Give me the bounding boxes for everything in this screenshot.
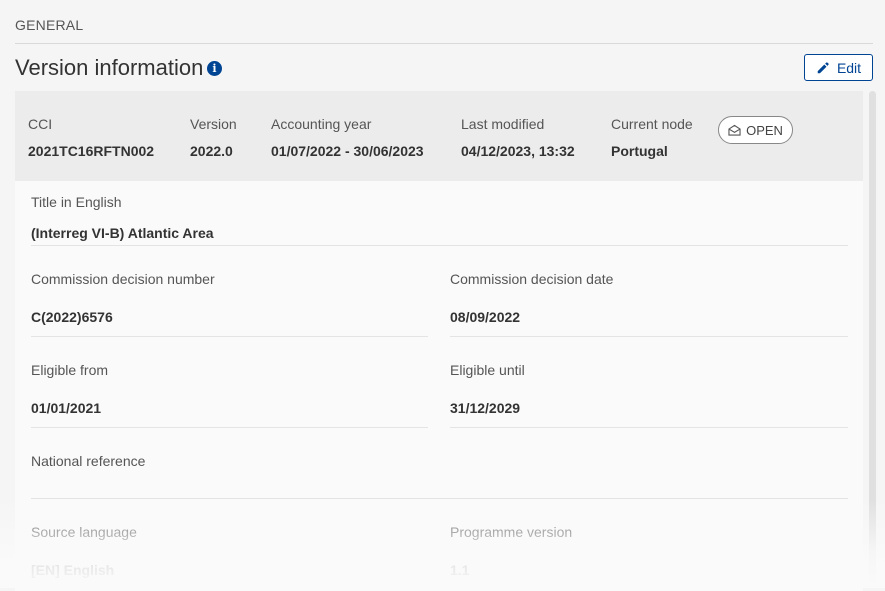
field-commission-decision-date: Commission decision date 08/09/2022	[450, 270, 613, 326]
field-value: C(2022)6576	[31, 309, 113, 325]
field-value: (Interreg VI-B) Atlantic Area	[31, 225, 214, 241]
info-icon[interactable]: i	[207, 61, 222, 76]
summary-last-modified-value: 04/12/2023, 13:32	[461, 143, 575, 159]
scrollbar[interactable]	[869, 91, 876, 588]
field-label: Source language	[31, 524, 137, 540]
summary-accounting-year: Accounting year 01/07/2022 - 30/06/2023	[271, 115, 424, 160]
summary-current-node-value: Portugal	[611, 143, 668, 159]
status-badge-label: OPEN	[746, 122, 783, 138]
field-value: 01/01/2021	[31, 400, 102, 416]
section-divider	[15, 43, 873, 44]
field-national-reference: National reference	[31, 452, 145, 490]
field-divider	[31, 245, 848, 246]
summary-last-modified: Last modified 04/12/2023, 13:32	[461, 115, 575, 160]
field-divider	[31, 498, 848, 499]
version-card: CCI 2021TC16RFTN002 Version 2022.0 Accou…	[15, 91, 863, 591]
section-label: GENERAL	[15, 17, 84, 33]
page-title: Version information	[15, 55, 204, 80]
field-divider	[31, 336, 428, 337]
field-source-language: Source language [EN] English	[31, 523, 137, 579]
status-badge: OPEN	[718, 116, 793, 144]
field-title-english: Title in English (Interreg VI-B) Atlanti…	[31, 193, 214, 242]
field-eligible-until: Eligible until 31/12/2029	[450, 361, 525, 417]
field-divider	[450, 336, 848, 337]
field-label: Commission decision date	[450, 271, 614, 287]
field-value: 31/12/2029	[450, 400, 521, 416]
field-label: National reference	[31, 453, 146, 469]
field-label: Commission decision number	[31, 271, 215, 287]
summary-version-label: Version	[190, 116, 237, 132]
field-divider	[31, 427, 428, 428]
edit-button-label: Edit	[836, 59, 862, 76]
summary-current-node-label: Current node	[611, 116, 693, 132]
field-value: [EN] English	[31, 562, 115, 578]
summary-cci-value: 2021TC16RFTN002	[28, 143, 155, 159]
edit-button[interactable]: Edit	[804, 54, 873, 81]
field-value: 1.1	[450, 562, 470, 578]
pencil-icon	[817, 61, 829, 73]
summary-cci: CCI 2021TC16RFTN002	[28, 115, 154, 160]
summary-version-value: 2022.0	[190, 143, 233, 159]
field-label: Eligible until	[450, 362, 525, 378]
field-label: Programme version	[450, 524, 573, 540]
field-commission-decision-number: Commission decision number C(2022)6576	[31, 270, 215, 326]
field-eligible-from: Eligible from 01/01/2021	[31, 361, 108, 417]
envelope-open-icon	[728, 124, 741, 136]
field-divider	[450, 427, 848, 428]
summary-accounting-year-value: 01/07/2022 - 30/06/2023	[271, 143, 424, 159]
summary-cci-label: CCI	[28, 116, 53, 132]
summary-last-modified-label: Last modified	[461, 116, 545, 132]
field-programme-version: Programme version 1.1	[450, 523, 572, 579]
field-label: Eligible from	[31, 362, 109, 378]
summary-bar: CCI 2021TC16RFTN002 Version 2022.0 Accou…	[15, 91, 863, 181]
summary-accounting-year-label: Accounting year	[271, 116, 372, 132]
summary-current-node: Current node Portugal	[611, 115, 693, 160]
page-header: Version information i Edit	[15, 54, 873, 84]
summary-version: Version 2022.0	[190, 115, 237, 160]
field-value: 08/09/2022	[450, 309, 521, 325]
field-label: Title in English	[31, 194, 122, 210]
